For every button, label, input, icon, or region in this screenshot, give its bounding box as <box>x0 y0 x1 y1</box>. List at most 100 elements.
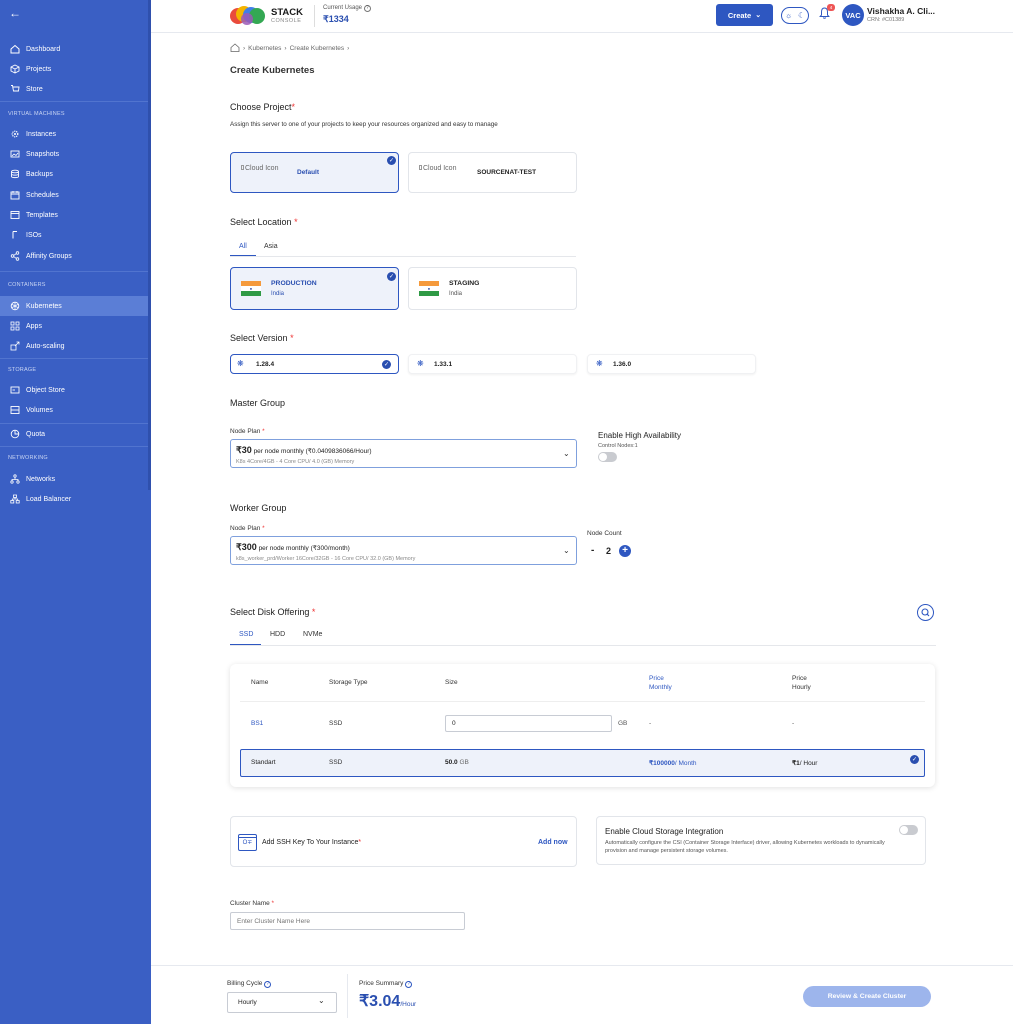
key-icon: O∓ <box>238 834 257 851</box>
top-bar: STACK CONSOLE Current Usage ? ₹1334 Crea… <box>151 0 1013 33</box>
worker-plan-description: k8s_worker_prd/Worker 16Core/32GB - 16 C… <box>236 556 416 562</box>
sidebar-item-templates[interactable]: Templates <box>0 205 151 225</box>
table-row[interactable]: Standart SSD 50.0 GB ₹100000/ Month ₹1/ … <box>240 749 925 777</box>
user-name[interactable]: Vishakha A. Cli... <box>867 6 935 16</box>
search-button[interactable] <box>917 604 934 621</box>
help-icon[interactable]: ? <box>363 5 371 12</box>
footer-bar: Billing Cycle ? Hourly ⌄ Price Summary ?… <box>151 965 1013 1024</box>
sidebar-item-label: Schedules <box>26 191 59 199</box>
help-icon[interactable]: ? <box>405 981 413 988</box>
disk-name: Standart <box>251 759 276 766</box>
version-option-1-33-1[interactable]: ❋ 1.33.1 <box>408 354 577 374</box>
location-country: India <box>271 291 285 297</box>
sidebar-item-store[interactable]: Store <box>0 79 151 99</box>
disk-size: 50.0 GB <box>445 759 469 766</box>
sidebar-item-label: Store <box>26 85 43 93</box>
sidebar-item-kubernetes[interactable]: Kubernetes <box>0 296 151 316</box>
sidebar-item-schedules[interactable]: Schedules <box>0 185 151 205</box>
billing-cycle-label: Billing Cycle ? <box>227 980 272 988</box>
sidebar-item-label: Networks <box>26 475 56 483</box>
sidebar-item-apps[interactable]: Apps <box>0 316 151 336</box>
version-option-1-36-0[interactable]: ❋ 1.36.0 <box>587 354 756 374</box>
master-node-plan-select[interactable]: ₹30 per node monthly (₹0.0409836066/Hour… <box>230 439 577 468</box>
tab-nvme[interactable]: NVMe <box>303 631 322 638</box>
home-icon[interactable] <box>230 43 240 54</box>
tab-all[interactable]: All <box>239 243 247 250</box>
page-title: Create Kubernetes <box>230 65 315 76</box>
india-flag-icon: ● <box>419 281 439 296</box>
back-arrow-icon[interactable]: ← <box>9 6 21 20</box>
column-header-name: Name <box>251 679 269 686</box>
worker-node-plan-label: Node Plan * <box>230 525 265 532</box>
sidebar-item-isos[interactable]: ISOs <box>0 225 151 245</box>
column-header-price-monthly[interactable]: Price Monthly <box>649 674 672 692</box>
version-option-1-28-4[interactable]: ❋ 1.28.4 ✓ <box>230 354 399 374</box>
template-icon <box>9 210 20 221</box>
avatar[interactable]: VAC <box>842 4 864 26</box>
disk-price-hourly: - <box>792 720 795 727</box>
help-icon[interactable]: ? <box>264 981 272 988</box>
theme-toggle[interactable]: ☼ ☾ <box>781 7 809 24</box>
high-availability-toggle[interactable] <box>598 452 617 462</box>
add-ssh-key-link[interactable]: Add now <box>538 839 568 846</box>
sun-icon: ☼ <box>784 11 793 20</box>
version-label: 1.36.0 <box>613 361 632 368</box>
check-circle-icon: ✓ <box>382 360 391 369</box>
tab-asia[interactable]: Asia <box>264 243 278 250</box>
master-node-plan-label: Node Plan * <box>230 428 265 435</box>
project-card-sourcenat-test[interactable]: Cloud Icon SOURCENAT-TEST <box>408 152 577 193</box>
sidebar-item-instances[interactable]: Instances <box>0 124 151 144</box>
sidebar-item-quota[interactable]: Quota <box>0 424 151 444</box>
cloud-storage-toggle[interactable] <box>899 825 918 835</box>
column-header-size: Size <box>445 679 458 686</box>
table-row[interactable]: BS1 SSD GB - - <box>240 702 925 744</box>
choose-project-heading: Choose Project* <box>230 102 296 112</box>
sidebar: ← Dashboard Projects Store VIRTUAL MACHI… <box>0 0 151 1024</box>
disk-size-input[interactable] <box>445 715 612 732</box>
grid-icon <box>9 321 20 332</box>
sidebar-item-networks[interactable]: Networks <box>0 469 151 489</box>
network-icon <box>9 474 20 485</box>
control-nodes-count: Control Nodes:1 <box>598 443 638 449</box>
project-card-default[interactable]: Cloud Icon Default ✓ <box>230 152 399 193</box>
sidebar-item-object-store[interactable]: Object Store <box>0 380 151 400</box>
review-create-cluster-button[interactable]: Review & Create Cluster <box>803 986 931 1007</box>
sidebar-item-projects[interactable]: Projects <box>0 59 151 79</box>
cart-icon <box>9 84 20 95</box>
breadcrumb-kubernetes[interactable]: Kubernetes <box>248 45 281 52</box>
database-icon <box>9 169 20 180</box>
create-button[interactable]: Create ⌄ <box>716 4 773 26</box>
worker-plan-price: ₹300 <box>236 542 257 552</box>
kubernetes-icon: ❋ <box>417 359 424 368</box>
sidebar-item-dashboard[interactable]: Dashboard <box>0 39 151 59</box>
master-plan-rate: per node monthly (₹0.0409836066/Hour) <box>253 448 372 455</box>
check-circle-icon: ✓ <box>387 156 396 165</box>
version-label: 1.28.4 <box>256 361 275 368</box>
column-header-price-hourly[interactable]: Price Hourly <box>792 674 811 692</box>
cloud-storage-description: Automatically configure the CSI (Contain… <box>605 840 885 854</box>
tab-hdd[interactable]: HDD <box>270 631 285 638</box>
node-count-increment-button[interactable]: + <box>619 545 631 557</box>
worker-node-plan-select[interactable]: ₹300 per node monthly (₹300/month) k8s_w… <box>230 536 577 565</box>
sidebar-item-load-balancer[interactable]: Load Balancer <box>0 489 151 509</box>
master-group-heading: Master Group <box>230 398 286 408</box>
tab-ssd[interactable]: SSD <box>239 631 253 638</box>
sidebar-item-label: Volumes <box>26 406 53 414</box>
sidebar-item-volumes[interactable]: Volumes <box>0 400 151 420</box>
sidebar-item-affinity-groups[interactable]: Affinity Groups <box>0 246 151 266</box>
breadcrumb: › Kubernetes › Create Kubernetes › <box>230 43 352 54</box>
project-name: Default <box>297 169 320 176</box>
billing-cycle-select[interactable]: Hourly ⌄ <box>227 992 337 1013</box>
location-card-staging[interactable]: ● STAGING India <box>408 267 577 310</box>
node-count-decrement-button[interactable]: - <box>591 545 594 556</box>
notification-badge: 4 <box>827 4 835 11</box>
sidebar-item-label: Instances <box>26 130 56 138</box>
sidebar-item-label: Projects <box>26 65 52 73</box>
sidebar-item-snapshots[interactable]: Snapshots <box>0 144 151 164</box>
cluster-name-input[interactable] <box>230 912 465 930</box>
choose-project-description: Assign this server to one of your projec… <box>230 121 498 128</box>
sidebar-item-backups[interactable]: Backups <box>0 164 151 184</box>
master-plan-description: K8s 4Core/4GB - 4 Core CPU/ 4.0 (GB) Mem… <box>236 459 355 465</box>
sidebar-item-auto-scaling[interactable]: Auto-scaling <box>0 336 151 356</box>
location-card-production[interactable]: ● PRODUCTION India ✓ <box>230 267 399 310</box>
